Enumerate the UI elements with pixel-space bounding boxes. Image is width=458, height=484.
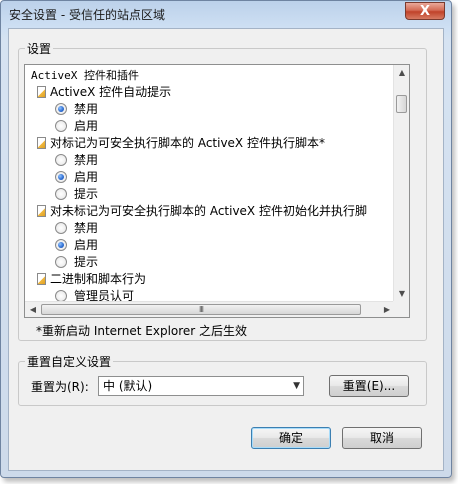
radio-label: 启用 [74,238,99,252]
radio-button[interactable] [55,239,67,251]
radio-label: 管理员认可 [74,289,135,302]
radio-button[interactable] [55,120,67,132]
reset-button[interactable]: 重置(E)... [329,375,409,397]
settings-listbox[interactable]: ActiveX 控件和插件 ActiveX 控件自动提示 禁用 启用 对标记为可安全执行… [24,64,410,318]
radio-label: 禁用 [74,102,99,116]
scroll-down-arrow-icon[interactable]: ▼ [394,286,409,302]
scroll-left-arrow-icon[interactable]: ◀ [25,302,41,317]
vertical-scrollbar[interactable]: ▲ ▼ [393,65,409,302]
setting-document-icon [37,205,46,217]
dialog-window: 安全设置 - 受信任的站点区域 X 设置 ActiveX 控件和插件 Active… [0,0,452,478]
scrollbar-corner [393,301,409,317]
horizontal-scrollbar[interactable]: ◀ III ▶ [25,301,395,317]
reset-level-value: 中 (默认) [103,379,153,393]
radio-button[interactable] [55,256,67,268]
restart-note: *重新启动 Internet Explorer 之后生效 [36,324,248,338]
reset-level-select[interactable]: 中 (默认) ▼ [98,376,304,396]
reset-group-label: 重置自定义设置 [25,353,114,370]
radio-label: 禁用 [74,221,99,235]
settings-group-label: 设置 [25,40,54,57]
setting-document-icon [37,273,46,285]
reset-to-label: 重置为(R): [31,380,89,394]
settings-option-label: 对标记为可安全执行脚本的 ActiveX 控件执行脚本* [50,136,325,150]
close-button[interactable]: X [405,2,445,20]
settings-category-label: ActiveX 控件和插件 [31,69,139,82]
settings-tree: ActiveX 控件和插件 ActiveX 控件自动提示 禁用 启用 对标记为可安全执行… [25,65,379,302]
settings-option-label: 对未标记为可安全执行脚本的 ActiveX 控件初始化并执行脚 [50,204,367,218]
radio-button[interactable] [55,188,67,200]
setting-document-icon [37,86,46,98]
settings-option-label: ActiveX 控件自动提示 [50,85,172,99]
radio-label: 启用 [74,119,99,133]
title-bar[interactable]: 安全设置 - 受信任的站点区域 X [1,1,451,27]
radio-button[interactable] [55,154,67,166]
radio-label: 禁用 [74,153,99,167]
scroll-up-arrow-icon[interactable]: ▲ [394,65,409,81]
horizontal-scroll-thumb[interactable]: III [41,304,361,315]
radio-label: 提示 [74,255,99,269]
radio-button[interactable] [55,222,67,234]
vertical-scroll-thumb[interactable] [396,95,407,113]
setting-document-icon [37,137,46,149]
settings-option-label: 二进制和脚本行为 [50,272,147,286]
radio-button[interactable] [55,103,67,115]
ok-button[interactable]: 确定 [251,427,331,449]
cancel-button[interactable]: 取消 [342,427,422,449]
radio-button[interactable] [55,171,67,183]
radio-label: 提示 [74,187,99,201]
chevron-down-icon[interactable]: ▼ [293,378,300,395]
window-title: 安全设置 - 受信任的站点区域 [9,8,165,22]
radio-label: 启用 [74,170,99,184]
settings-category-header: ActiveX 控件和插件 [31,67,139,83]
